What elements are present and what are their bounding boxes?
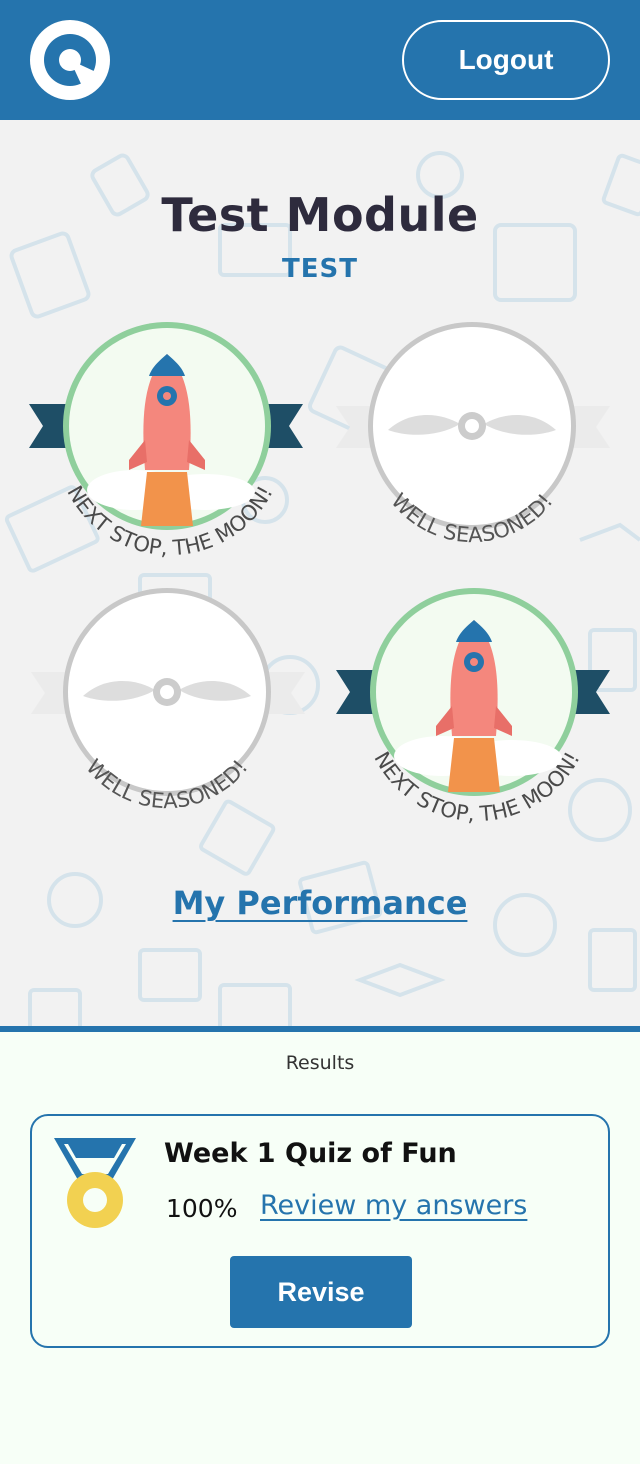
app-header: Logout [0,0,640,120]
logout-button[interactable]: Logout [402,20,610,100]
review-answers-link[interactable]: Review my answers [260,1190,527,1221]
badge-next-stop-moon: NEXT STOP, THE MOON! [332,586,632,846]
result-card: Week 1 Quiz of Fun 100% Review my answer… [30,1114,610,1348]
revise-button[interactable]: Revise [230,1256,412,1328]
badge-next-stop-moon: NEXT STOP, THE MOON! [25,320,325,580]
module-title: Test Module [161,188,479,242]
performance-link-container: My Performance [0,884,640,922]
my-performance-link[interactable]: My Performance [173,884,468,922]
app-logo-icon[interactable] [30,20,110,100]
module-subtitle: TEST [282,254,358,284]
badge-well-seasoned: WELL SEASONED! [330,320,630,580]
results-heading: Results [285,1052,355,1074]
quiz-name: Week 1 Quiz of Fun [164,1138,457,1169]
section-divider [0,1026,640,1032]
module-hero: Test Module TEST NEXT STOP, THE MOON! WE… [0,120,640,1026]
badge-well-seasoned: WELL SEASONED! [25,586,325,846]
quiz-score: 100% [166,1194,238,1223]
medal-icon [52,1136,138,1232]
